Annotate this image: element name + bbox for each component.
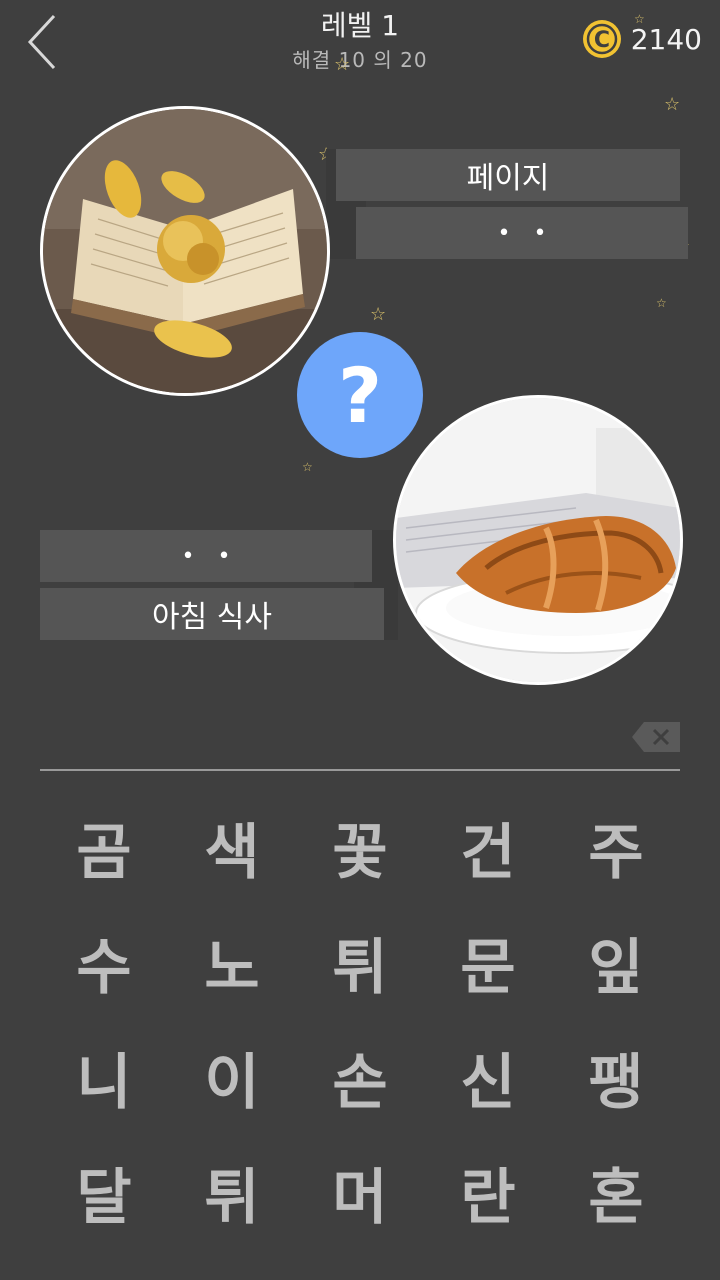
chevron-left-icon <box>27 14 56 70</box>
solved-progress: 해결 10 의 20 <box>292 48 428 72</box>
letter-tile[interactable]: 색 <box>168 790 296 905</box>
star-icon: ☆ <box>302 460 313 474</box>
letter-tile[interactable]: 이 <box>168 1020 296 1135</box>
letter-tile[interactable]: 니 <box>40 1020 168 1135</box>
letter-tile[interactable]: 노 <box>168 905 296 1020</box>
svg-text:C: C <box>594 28 610 53</box>
letter-grid: 곰 색 꽃 건 주 수 노 튀 문 잎 니 이 손 신 팽 달 튀 머 란 혼 <box>40 790 680 1250</box>
letter-tile[interactable]: 주 <box>552 790 680 905</box>
clue-word-bottom: 아침 식사 <box>40 588 384 640</box>
letter-tile[interactable]: 곰 <box>40 790 168 905</box>
letter-tile[interactable]: 팽 <box>552 1020 680 1135</box>
letter-tile[interactable]: 튀 <box>168 1135 296 1250</box>
letter-tile[interactable]: 건 <box>424 790 552 905</box>
answer-slot-bottom[interactable]: • • <box>40 530 372 582</box>
letter-tile[interactable]: 머 <box>296 1135 424 1250</box>
hint-question-button[interactable]: ? <box>297 332 423 458</box>
star-icon: ☆ <box>664 94 681 115</box>
letter-tile[interactable]: 손 <box>296 1020 424 1135</box>
letter-tile[interactable]: 혼 <box>552 1135 680 1250</box>
letter-tile[interactable]: 신 <box>424 1020 552 1135</box>
back-button[interactable] <box>18 8 66 78</box>
clue-image-book-flower <box>40 106 330 396</box>
letter-tile[interactable]: 문 <box>424 905 552 1020</box>
letter-tile[interactable]: 달 <box>40 1135 168 1250</box>
backspace-icon <box>632 722 680 752</box>
star-icon: ☆ <box>634 12 645 26</box>
delete-button[interactable] <box>632 722 680 752</box>
level-title: 레벨 1 <box>320 9 400 42</box>
letter-tile[interactable]: 수 <box>40 905 168 1020</box>
clue-image-croissant <box>393 395 683 685</box>
letter-tile[interactable]: 튀 <box>296 905 424 1020</box>
star-icon: ☆ <box>656 296 667 310</box>
letter-tile[interactable]: 란 <box>424 1135 552 1250</box>
coin-icon: C <box>582 20 621 58</box>
clue-word-top: 페이지 <box>336 149 680 201</box>
letter-tile[interactable]: 꽃 <box>296 790 424 905</box>
answer-slot-top[interactable]: • • <box>356 207 688 259</box>
star-icon: ☆ <box>370 304 387 325</box>
star-icon: ☆ <box>334 54 351 75</box>
divider <box>40 769 680 771</box>
letter-tile[interactable]: 잎 <box>552 905 680 1020</box>
